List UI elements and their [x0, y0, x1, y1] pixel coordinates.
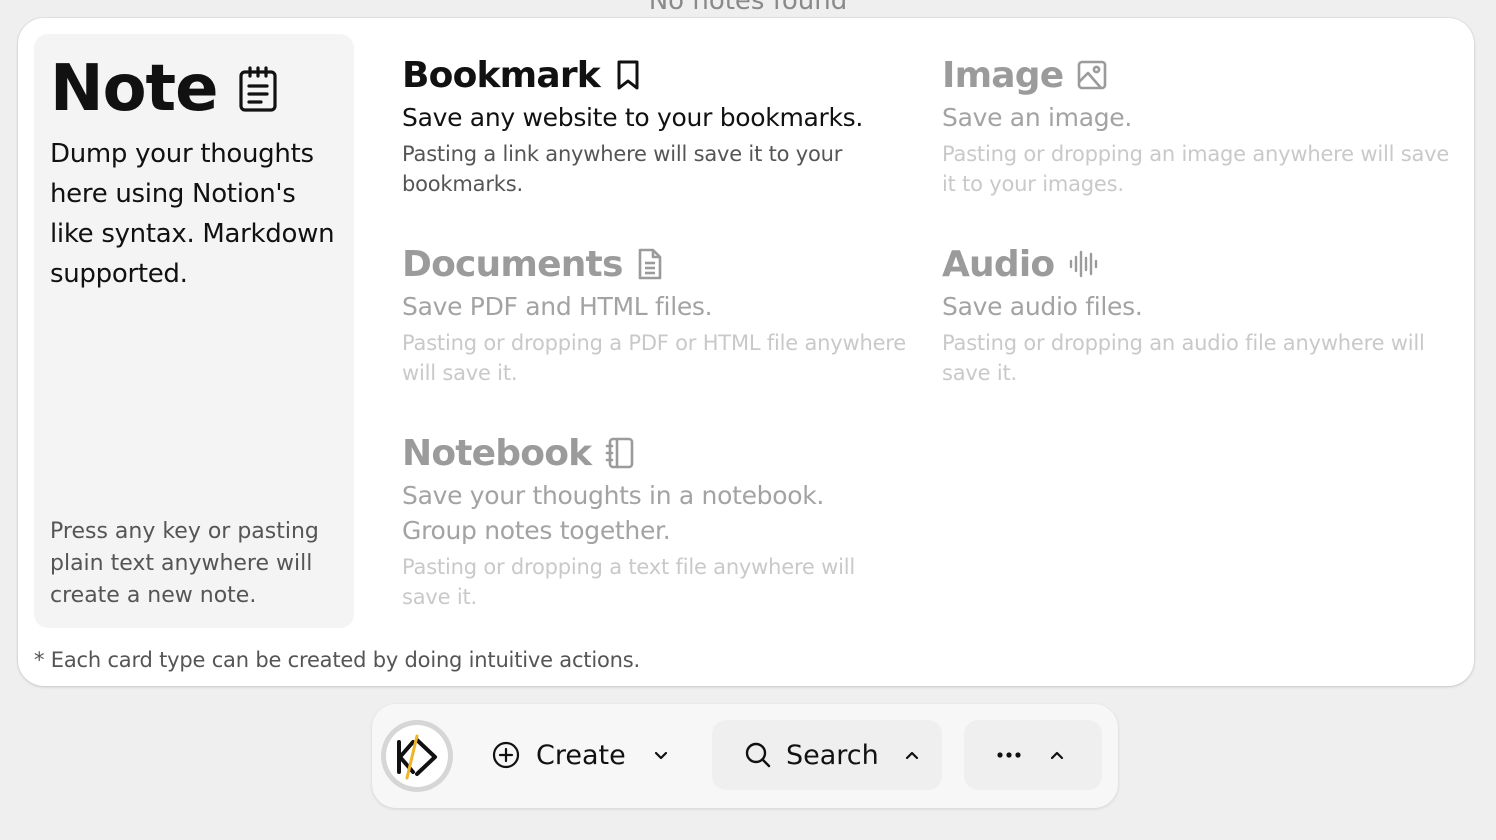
- image-title: Image: [942, 54, 1064, 96]
- note-title: Note: [50, 52, 219, 126]
- ellipsis-icon: [997, 752, 1021, 758]
- empty-state-text: No notes found: [648, 0, 848, 16]
- image-hint: Pasting or dropping an image anywhere wi…: [942, 142, 1450, 196]
- audio-head: Audio: [942, 241, 1452, 287]
- search-label: Search: [786, 739, 879, 771]
- search-icon: [745, 742, 771, 768]
- audio-waveform-icon: [1070, 250, 1098, 278]
- kd-logo-icon: [397, 734, 437, 780]
- documents-head: Documents: [402, 241, 912, 287]
- bookmark-type[interactable]: Bookmark Save any website to your bookma…: [402, 52, 912, 199]
- note-footer-hint: Press any key or pasting plain text anyw…: [50, 519, 319, 608]
- notebook-title: Notebook: [402, 432, 592, 474]
- notebook-type[interactable]: Notebook Save your thoughts in a noteboo…: [402, 430, 902, 612]
- audio-subtitle: Save audio files.: [942, 292, 1143, 321]
- notebook-subtitle: Save your thoughts in a notebook. Group …: [402, 481, 825, 545]
- chevron-up-icon[interactable]: [903, 746, 921, 764]
- footnote: * Each card type can be created by doing…: [34, 648, 640, 672]
- bottom-dock: Create Search: [372, 704, 1118, 808]
- note-description: Dump your thoughts here using Notion's l…: [50, 139, 335, 289]
- documents-title: Documents: [402, 243, 623, 285]
- image-head: Image: [942, 52, 1452, 98]
- note-type-card[interactable]: Note Dump your thoughts here using Notio…: [34, 34, 354, 628]
- bookmark-head: Bookmark: [402, 52, 912, 98]
- bookmark-icon: [617, 60, 639, 90]
- chevron-down-icon[interactable]: [652, 746, 670, 764]
- note-title-row: Note: [50, 52, 338, 126]
- image-type[interactable]: Image Save an image. Pasting or dropping…: [942, 52, 1452, 199]
- bookmark-hint: Pasting a link anywhere will save it to …: [402, 142, 843, 196]
- notepad-icon: [238, 66, 277, 112]
- notebook-head: Notebook: [402, 430, 902, 476]
- notebook-icon: [605, 437, 634, 469]
- plus-circle-icon: [492, 741, 520, 769]
- avatar[interactable]: [381, 720, 453, 792]
- create-button[interactable]: Create: [480, 720, 670, 790]
- documents-type[interactable]: Documents Save PDF and HTML files. Pasti…: [402, 241, 912, 388]
- search-button[interactable]: Search: [712, 720, 942, 790]
- bookmark-title: Bookmark: [402, 54, 601, 96]
- card-type-panel: Note Dump your thoughts here using Notio…: [18, 18, 1474, 686]
- audio-type[interactable]: Audio Save audio files. Pasting or dropp…: [942, 241, 1452, 388]
- image-subtitle: Save an image.: [942, 103, 1133, 132]
- more-options-button[interactable]: [964, 720, 1102, 790]
- audio-hint: Pasting or dropping an audio file anywhe…: [942, 331, 1425, 385]
- chevron-up-icon[interactable]: [1048, 746, 1066, 764]
- create-label: Create: [536, 739, 626, 771]
- documents-hint: Pasting or dropping a PDF or HTML file a…: [402, 331, 906, 385]
- documents-subtitle: Save PDF and HTML files.: [402, 292, 713, 321]
- document-icon: [638, 248, 661, 280]
- notebook-hint: Pasting or dropping a text file anywhere…: [402, 555, 856, 609]
- audio-title: Audio: [942, 243, 1055, 285]
- image-icon: [1078, 60, 1107, 90]
- bookmark-subtitle: Save any website to your bookmarks.: [402, 103, 864, 132]
